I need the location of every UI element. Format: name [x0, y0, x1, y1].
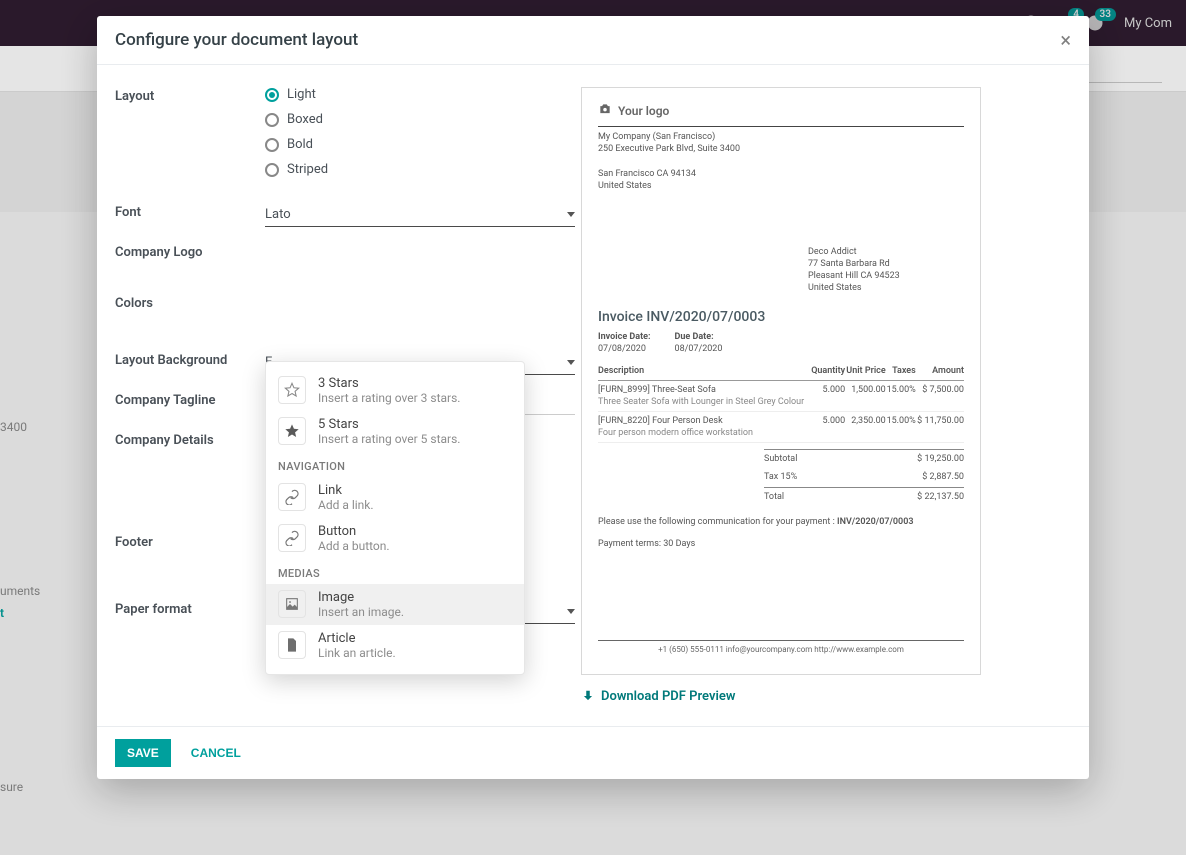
label-font: Font	[115, 203, 265, 220]
logo-text: Your logo	[618, 103, 669, 119]
popup-group-medias: MEDIAS	[266, 559, 524, 584]
font-value: Lato	[265, 207, 291, 222]
cancel-button[interactable]: CANCEL	[185, 745, 247, 761]
popup-item-button[interactable]: ButtonAdd a button.	[266, 518, 524, 559]
modal-title: Configure your document layout	[115, 30, 358, 50]
modal-header: Configure your document layout ×	[97, 16, 1089, 65]
link-icon	[278, 483, 306, 511]
link-icon	[278, 524, 306, 552]
layout-opt-label: Striped	[287, 162, 328, 177]
star-solid-icon	[278, 417, 306, 445]
invoice-preview: Your logo My Company (San Francisco) 250…	[581, 87, 981, 675]
popup-item-5stars[interactable]: 5 StarsInsert a rating over 5 stars.	[266, 411, 524, 452]
chevron-down-icon	[567, 212, 575, 217]
label-company-logo: Company Logo	[115, 243, 265, 260]
download-pdf-link[interactable]: Download PDF Preview	[581, 689, 1071, 704]
image-icon	[278, 590, 306, 618]
popup-item-image[interactable]: ImageInsert an image.	[266, 584, 524, 625]
popup-group-navigation: NAVIGATION	[266, 452, 524, 477]
preview-column: Your logo My Company (San Francisco) 250…	[581, 87, 1071, 704]
label-company-tagline: Company Tagline	[115, 391, 265, 408]
modal-footer: SAVE CANCEL	[97, 726, 1089, 779]
label-company-details: Company Details	[115, 431, 265, 448]
modal: Configure your document layout × Layout …	[97, 16, 1089, 779]
label-layout: Layout	[115, 87, 265, 104]
font-select[interactable]: Lato	[265, 203, 575, 227]
chevron-down-icon	[567, 609, 575, 614]
camera-icon	[598, 102, 612, 120]
form-column: Layout Light Boxed Bold	[115, 87, 575, 704]
close-icon[interactable]: ×	[1060, 30, 1071, 50]
save-button[interactable]: SAVE	[115, 739, 171, 767]
popup-item-link[interactable]: LinkAdd a link.	[266, 477, 524, 518]
popup-item-article[interactable]: ArticleLink an article.	[266, 625, 524, 666]
modal-overlay: Configure your document layout × Layout …	[0, 0, 1186, 855]
layout-opt-label: Bold	[287, 137, 313, 152]
layout-opt-boxed[interactable]: Boxed	[265, 112, 575, 127]
layout-opt-label: Light	[287, 87, 316, 102]
chevron-down-icon	[567, 360, 575, 365]
label-footer: Footer	[115, 533, 265, 550]
file-icon	[278, 631, 306, 659]
layout-opt-striped[interactable]: Striped	[265, 162, 575, 177]
command-popup: 3 StarsInsert a rating over 3 stars. 5 S…	[265, 361, 525, 675]
label-colors: Colors	[115, 294, 265, 311]
layout-opt-bold[interactable]: Bold	[265, 137, 575, 152]
layout-opt-label: Boxed	[287, 112, 323, 127]
invoice-title: Invoice INV/2020/07/0003	[598, 308, 964, 327]
label-paper-format: Paper format	[115, 600, 265, 617]
popup-item-3stars[interactable]: 3 StarsInsert a rating over 3 stars.	[266, 370, 524, 411]
layout-opt-light[interactable]: Light	[265, 87, 575, 102]
star-outline-icon	[278, 376, 306, 404]
label-layout-bg: Layout Background	[115, 351, 265, 368]
